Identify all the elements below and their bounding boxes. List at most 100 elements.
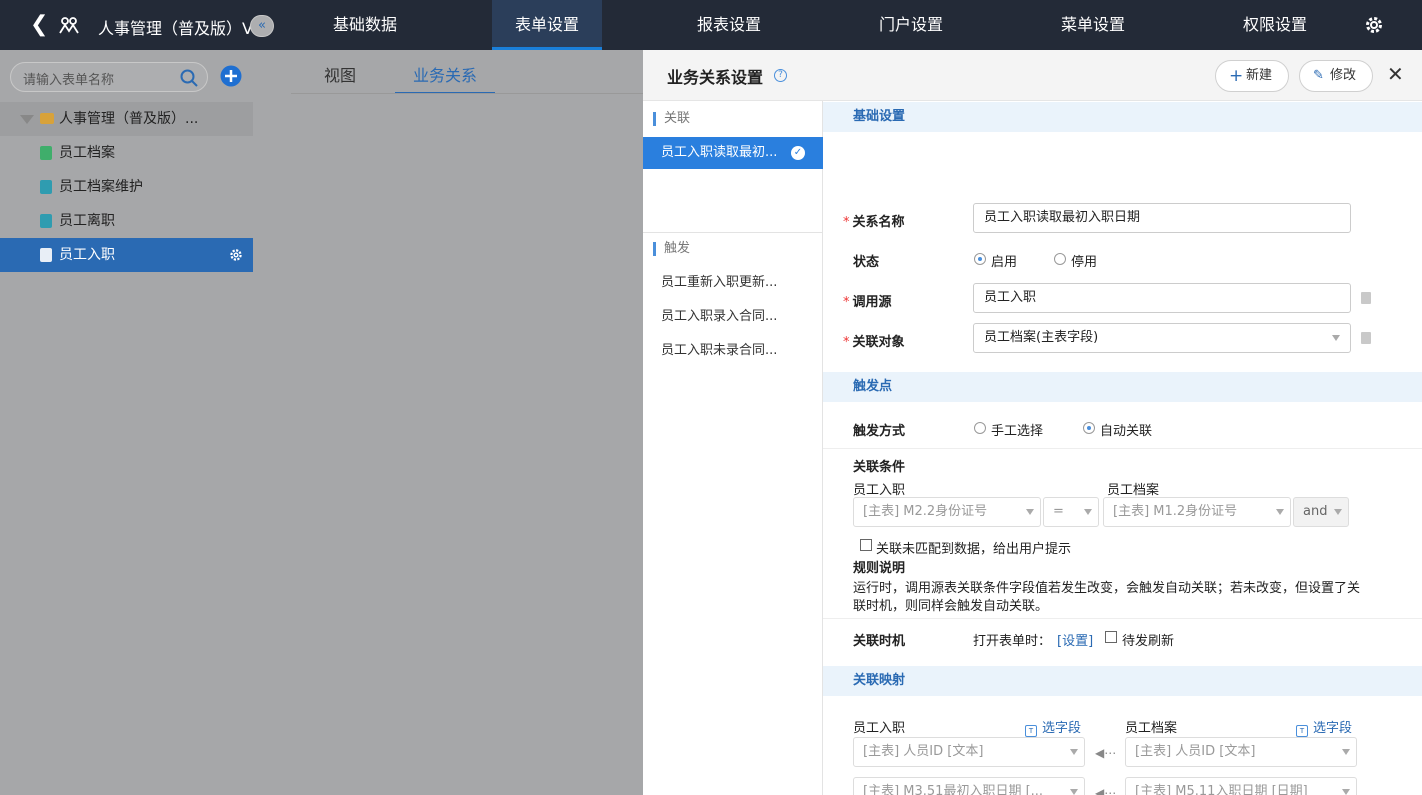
mapping-left-select[interactable]: [主表] 人员ID [文本]: [853, 737, 1085, 767]
selected-check-icon: ✓: [791, 146, 805, 160]
target-select[interactable]: 员工档案(主表字段): [973, 323, 1351, 353]
condition-operator-select[interactable]: =: [1043, 497, 1099, 527]
nav-report-settings[interactable]: 报表设置: [674, 0, 784, 50]
nav-permission-settings[interactable]: 权限设置: [1220, 0, 1330, 50]
chevron-down-icon: [1084, 509, 1092, 515]
condition-left-select[interactable]: [主表] M2.2身份证号: [853, 497, 1041, 527]
folder-icon: [40, 113, 54, 124]
mapping-right-select[interactable]: [主表] 人员ID [文本]: [1125, 737, 1357, 767]
help-icon[interactable]: ?: [774, 69, 787, 82]
arrow-left-icon: ◀⋯: [1095, 786, 1117, 795]
edit-button[interactable]: ✎ 修改: [1299, 60, 1373, 92]
tree-item-employee-onboarding[interactable]: 员工入职: [0, 238, 253, 272]
chevron-down-icon: [1334, 509, 1342, 515]
unmatched-prompt-checkbox[interactable]: [860, 539, 872, 551]
tab-view[interactable]: 视图: [311, 62, 369, 94]
rule-description-line-1: 运行时，调用源表关联条件字段值若发生改变，会触发自动关联；若未改变，但设置了关: [853, 581, 1361, 596]
trigger-manual-radio[interactable]: [974, 422, 986, 434]
panel-title: 业务关系设置: [667, 68, 764, 87]
relation-item-label: 员工入职读取最初...: [661, 145, 778, 160]
relation-name-label: * 关系名称: [843, 215, 905, 230]
trigger-auto-radio[interactable]: [1083, 422, 1095, 434]
settings-gear-icon[interactable]: [1364, 15, 1384, 35]
trigger-mode-label: 触发方式: [853, 424, 906, 439]
collapse-sidebar-icon[interactable]: «: [250, 15, 274, 37]
tab-business-relation[interactable]: 业务关系: [395, 62, 495, 94]
source-label-text: 调用源: [852, 295, 892, 310]
field-picker-icon: T: [1296, 725, 1308, 737]
close-icon[interactable]: ✕: [1387, 64, 1405, 84]
form-doc-icon: [40, 146, 52, 160]
app-title: 人事管理（普及版）V42: [98, 19, 270, 37]
tree-item-label: 员工入职: [59, 247, 115, 263]
target-label-text: 关联对象: [852, 335, 905, 350]
search-box[interactable]: 请输入表单名称: [10, 62, 208, 92]
mapping-right-value: [主表] 人员ID [文本]: [1135, 744, 1256, 759]
new-button-label: 新建: [1246, 68, 1273, 83]
tree-item-employee-file[interactable]: 员工档案: [0, 136, 253, 170]
pick-field-right[interactable]: T 选字段: [1296, 717, 1352, 737]
nav-form-settings[interactable]: 表单设置: [492, 0, 602, 50]
target-label: * 关联对象: [843, 335, 905, 350]
search-icon[interactable]: [179, 68, 199, 88]
tree-root-label: 人事管理（普及版）...: [59, 111, 199, 127]
edit-pencil-icon: ✎: [1313, 68, 1324, 83]
relation-item[interactable]: 员工入职录入合同...: [643, 301, 823, 333]
section-trigger: 触发点: [823, 372, 1422, 402]
chevron-down-icon: [1342, 789, 1350, 795]
status-enabled-radio[interactable]: [974, 253, 986, 265]
status-disabled-radio[interactable]: [1054, 253, 1066, 265]
mapping-right-header: 员工档案: [1125, 721, 1178, 736]
condition-right-header: 员工档案: [1107, 483, 1160, 498]
relation-item[interactable]: 员工入职读取最初... ✓: [643, 137, 823, 169]
timing-label: 关联时机: [853, 634, 906, 649]
mapping-left-value: [主表] M3.51最初入职日期 [...: [863, 784, 1044, 795]
condition-left-value: [主表] M2.2身份证号: [863, 504, 988, 519]
relation-item[interactable]: 员工入职未录合同...: [643, 335, 823, 367]
chevron-down-icon: [1276, 509, 1284, 515]
pending-refresh-label: 待发刷新: [1122, 634, 1175, 649]
tree-item-employee-resignation[interactable]: 员工离职: [0, 204, 253, 238]
chevron-down-icon: [1070, 789, 1078, 795]
list-divider: [643, 232, 823, 233]
back-arrow-icon[interactable]: ❮: [30, 13, 50, 37]
tree-item-employee-file-maintenance[interactable]: 员工档案维护: [0, 170, 253, 204]
condition-left-header: 员工入职: [853, 483, 906, 498]
tree-root[interactable]: 人事管理（普及版）...: [0, 102, 253, 136]
tab-divider: [291, 93, 643, 94]
mapping-right-value: [主表] M5.11入职日期 [日期]: [1135, 784, 1308, 795]
nav-portal-settings[interactable]: 门户设置: [856, 0, 966, 50]
pick-field-left[interactable]: T 选字段: [1025, 717, 1081, 737]
form-doc-icon: [40, 248, 52, 262]
nav-basic-data[interactable]: 基础数据: [310, 0, 420, 50]
new-button[interactable]: + 新建: [1215, 60, 1289, 92]
condition-operator-value: =: [1053, 504, 1064, 519]
chevron-down-icon: [1342, 749, 1350, 755]
unmatched-prompt-label: 关联未匹配到数据，给出用户提示: [876, 542, 1072, 557]
nav-menu-settings[interactable]: 菜单设置: [1038, 0, 1148, 50]
document-icon[interactable]: [1361, 332, 1371, 344]
timing-settings-link[interactable]: [设置]: [1057, 630, 1093, 649]
relation-name-input[interactable]: 员工入职读取最初入职日期: [973, 203, 1351, 233]
chevron-down-icon: [1332, 335, 1340, 341]
document-icon[interactable]: [1361, 292, 1371, 304]
panel-header: 业务关系设置 ? + 新建 ✎ 修改 ✕: [643, 50, 1422, 101]
mapping-left-select[interactable]: [主表] M3.51最初入职日期 [...: [853, 777, 1085, 795]
timing-prefix: 打开表单时：: [973, 634, 1052, 649]
mapping-right-select[interactable]: [主表] M5.11入职日期 [日期]: [1125, 777, 1357, 795]
target-select-value: 员工档案(主表字段): [984, 330, 1099, 345]
condition-join-select[interactable]: and: [1293, 497, 1349, 527]
pick-field-label: 选字段: [1313, 721, 1353, 736]
section-mapping: 关联映射: [823, 666, 1422, 696]
expand-triangle-icon[interactable]: [20, 115, 34, 124]
search-input[interactable]: 请输入表单名称: [23, 69, 114, 88]
sidebar: 请输入表单名称 人事管理（普及版）... 员工档案 员工档案维护 员工离职 员工…: [0, 50, 253, 795]
pending-refresh-checkbox[interactable]: [1105, 631, 1117, 643]
relation-item[interactable]: 员工重新入职更新...: [643, 267, 823, 299]
mapping-left-value: [主表] 人员ID [文本]: [863, 744, 984, 759]
relation-list: 关联 员工入职读取最初... ✓ 触发 员工重新入职更新... 员工入职录入合同…: [643, 101, 823, 795]
item-gear-icon[interactable]: [229, 248, 243, 262]
source-input[interactable]: 员工入职: [973, 283, 1351, 313]
add-form-icon[interactable]: [220, 65, 242, 87]
condition-right-select[interactable]: [主表] M1.2身份证号: [1103, 497, 1291, 527]
